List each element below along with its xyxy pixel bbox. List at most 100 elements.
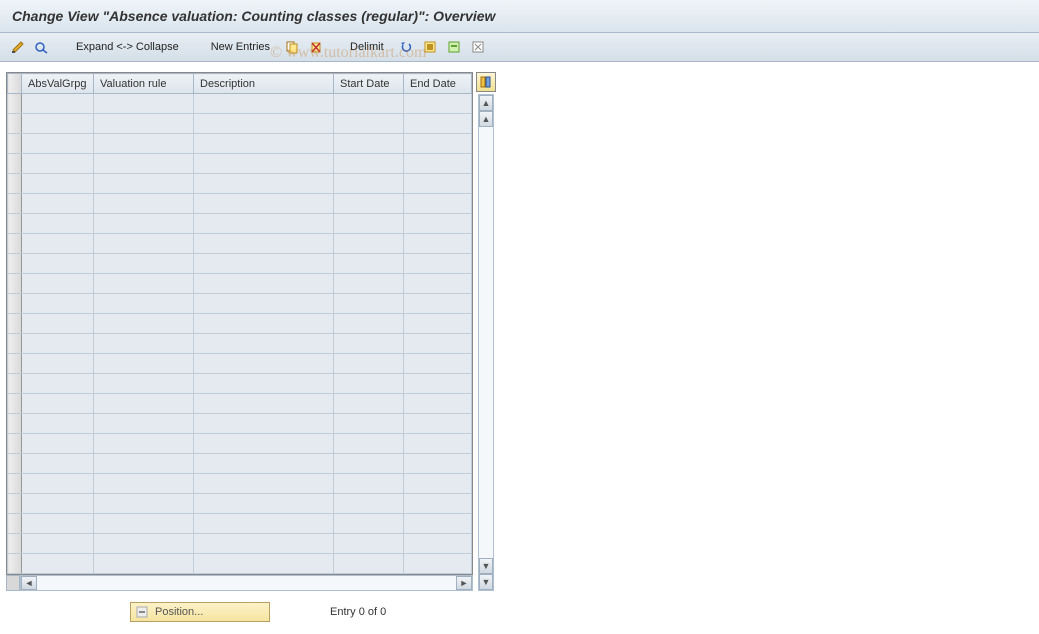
cell[interactable] <box>404 254 472 274</box>
cell[interactable] <box>94 554 194 574</box>
cell[interactable] <box>22 474 94 494</box>
cell[interactable] <box>194 174 334 194</box>
cell[interactable] <box>194 274 334 294</box>
row-selector[interactable] <box>8 174 22 194</box>
cell[interactable] <box>404 514 472 534</box>
cell[interactable] <box>334 194 404 214</box>
cell[interactable] <box>334 534 404 554</box>
cell[interactable] <box>404 194 472 214</box>
cell[interactable] <box>94 494 194 514</box>
cell[interactable] <box>334 494 404 514</box>
scroll-right-icon[interactable]: ► <box>456 576 472 590</box>
cell[interactable] <box>22 374 94 394</box>
cell[interactable] <box>334 354 404 374</box>
select-all-icon[interactable] <box>420 37 440 57</box>
cell[interactable] <box>404 434 472 454</box>
cell[interactable] <box>194 474 334 494</box>
cell[interactable] <box>334 394 404 414</box>
position-button[interactable]: Position... <box>130 602 270 622</box>
cell[interactable] <box>94 274 194 294</box>
col-header-description[interactable]: Description <box>194 74 334 94</box>
cell[interactable] <box>404 174 472 194</box>
cell[interactable] <box>334 214 404 234</box>
table-settings-icon[interactable] <box>476 72 496 92</box>
cell[interactable] <box>334 154 404 174</box>
cell[interactable] <box>94 254 194 274</box>
row-selector[interactable] <box>8 454 22 474</box>
cell[interactable] <box>94 234 194 254</box>
cell[interactable] <box>334 314 404 334</box>
change-display-icon[interactable] <box>8 37 28 57</box>
row-selector[interactable] <box>8 334 22 354</box>
cell[interactable] <box>404 114 472 134</box>
copy-icon[interactable] <box>282 37 302 57</box>
cell[interactable] <box>194 334 334 354</box>
row-selector[interactable] <box>8 374 22 394</box>
cell[interactable] <box>194 214 334 234</box>
cell[interactable] <box>404 214 472 234</box>
cell[interactable] <box>22 214 94 234</box>
cell[interactable] <box>194 374 334 394</box>
undo-icon[interactable] <box>396 37 416 57</box>
cell[interactable] <box>404 334 472 354</box>
table-row[interactable] <box>8 174 472 194</box>
table-row[interactable] <box>8 394 472 414</box>
cell[interactable] <box>404 394 472 414</box>
table-row[interactable] <box>8 94 472 114</box>
delimit-button[interactable]: Delimit <box>342 39 392 55</box>
cell[interactable] <box>94 194 194 214</box>
cell[interactable] <box>404 454 472 474</box>
row-selector[interactable] <box>8 274 22 294</box>
cell[interactable] <box>194 534 334 554</box>
cell[interactable] <box>94 154 194 174</box>
cell[interactable] <box>94 134 194 154</box>
table-row[interactable] <box>8 114 472 134</box>
cell[interactable] <box>22 314 94 334</box>
cell[interactable] <box>94 174 194 194</box>
cell[interactable] <box>194 414 334 434</box>
table-row[interactable] <box>8 154 472 174</box>
cell[interactable] <box>22 494 94 514</box>
cell[interactable] <box>194 234 334 254</box>
cell[interactable] <box>94 474 194 494</box>
cell[interactable] <box>404 154 472 174</box>
row-selector[interactable] <box>8 134 22 154</box>
cell[interactable] <box>194 434 334 454</box>
cell[interactable] <box>194 294 334 314</box>
cell[interactable] <box>22 194 94 214</box>
cell[interactable] <box>22 554 94 574</box>
table-row[interactable] <box>8 494 472 514</box>
row-selector[interactable] <box>8 234 22 254</box>
row-selector[interactable] <box>8 534 22 554</box>
table-row[interactable] <box>8 314 472 334</box>
cell[interactable] <box>22 394 94 414</box>
scroll-down-icon[interactable]: ▼ <box>479 558 493 574</box>
cell[interactable] <box>22 134 94 154</box>
table-row[interactable] <box>8 354 472 374</box>
cell[interactable] <box>194 194 334 214</box>
deselect-icon[interactable] <box>468 37 488 57</box>
cell[interactable] <box>94 534 194 554</box>
cell[interactable] <box>334 254 404 274</box>
row-selector[interactable] <box>8 434 22 454</box>
cell[interactable] <box>334 134 404 154</box>
cell[interactable] <box>194 254 334 274</box>
row-selector[interactable] <box>8 494 22 514</box>
cell[interactable] <box>334 114 404 134</box>
cell[interactable] <box>194 354 334 374</box>
cell[interactable] <box>404 374 472 394</box>
cell[interactable] <box>404 354 472 374</box>
cell[interactable] <box>22 514 94 534</box>
cell[interactable] <box>22 154 94 174</box>
cell[interactable] <box>194 494 334 514</box>
cell[interactable] <box>334 414 404 434</box>
scroll-down2-icon[interactable]: ▼ <box>479 574 493 590</box>
row-selector[interactable] <box>8 554 22 574</box>
cell[interactable] <box>194 394 334 414</box>
cell[interactable] <box>194 134 334 154</box>
cell[interactable] <box>22 234 94 254</box>
cell[interactable] <box>334 434 404 454</box>
cell[interactable] <box>94 374 194 394</box>
row-selector[interactable] <box>8 194 22 214</box>
row-selector[interactable] <box>8 94 22 114</box>
